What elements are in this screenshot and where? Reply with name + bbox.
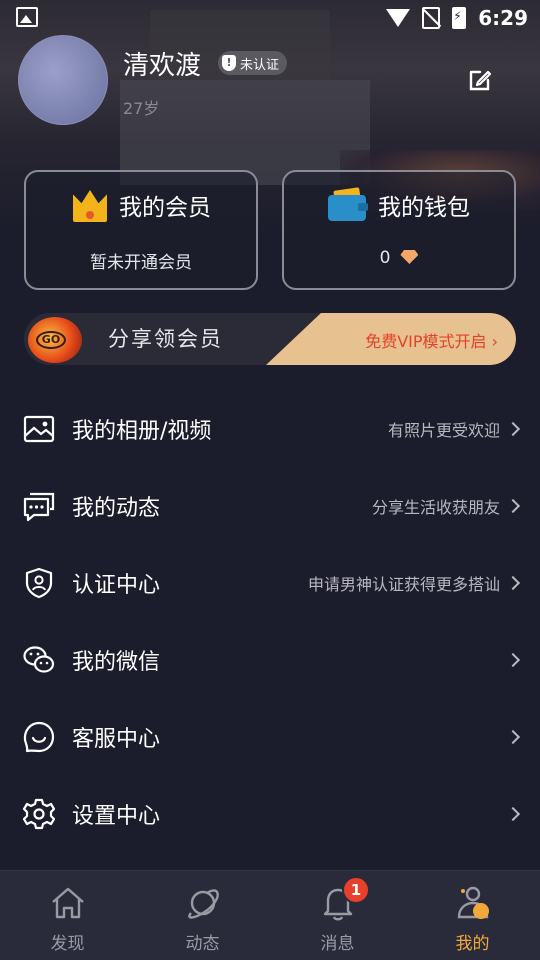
wechat-icon	[23, 645, 55, 673]
shield-user-icon	[25, 567, 53, 598]
wallet-card-title: 我的钱包	[378, 195, 470, 221]
chevron-right-icon	[505, 652, 521, 667]
smile-bubble-icon	[23, 721, 55, 752]
no-sim-icon	[422, 7, 441, 29]
photo-icon	[23, 415, 55, 442]
crown-icon	[71, 188, 109, 222]
diamond-icon	[400, 250, 419, 264]
menu-hint: 有照片更受欢迎	[387, 420, 500, 440]
tab-moments[interactable]: 动态	[135, 871, 270, 960]
image-notification-icon	[16, 7, 38, 27]
tab-label: 发现	[50, 934, 85, 954]
planet-icon	[187, 889, 219, 919]
status-bar: 6:29	[0, 0, 540, 36]
menu-item-settings[interactable]: 设置中心	[0, 775, 540, 852]
menu-label: 我的微信	[72, 649, 161, 675]
menu-hint: 分享生活收获朋友	[371, 497, 500, 517]
wifi-icon	[386, 9, 411, 27]
shield-alert-icon: !	[222, 55, 236, 71]
menu-item-verification[interactable]: 认证中心 申请男神认证获得更多搭讪	[0, 544, 540, 621]
chevron-right-icon	[505, 421, 521, 436]
user-icon	[457, 886, 489, 919]
verify-status-badge[interactable]: ! 未认证	[218, 51, 288, 75]
chevron-right-icon	[505, 498, 521, 513]
vip-card-status: 暂未开通会员	[90, 253, 192, 273]
edit-profile-icon[interactable]	[466, 66, 494, 94]
wallet-icon	[328, 187, 368, 221]
username: 清欢渡	[123, 51, 202, 81]
menu-item-moments[interactable]: 我的动态 分享生活收获朋友	[0, 467, 540, 544]
vip-card[interactable]: 我的会员 暂未开通会员	[24, 170, 258, 290]
chevron-right-icon	[505, 806, 521, 821]
go-fire-badge-icon: GO	[28, 317, 82, 363]
battery-charging-icon	[452, 7, 467, 29]
chevron-right-icon	[505, 575, 521, 590]
avatar[interactable]	[18, 35, 108, 125]
menu-label: 客服中心	[72, 726, 161, 752]
chevron-right-icon	[505, 729, 521, 744]
menu-label: 我的动态	[72, 495, 161, 521]
menu-label: 我的相册/视频	[72, 418, 212, 444]
menu-label: 设置中心	[72, 803, 161, 829]
message-count-badge: 1	[342, 876, 370, 904]
tab-discover[interactable]: 发现	[0, 871, 135, 960]
menu-item-customer-service[interactable]: 客服中心	[0, 698, 540, 775]
vip-card-title: 我的会员	[119, 195, 211, 221]
bottom-tab-bar: 发现 动态 消息 我的	[0, 870, 540, 960]
banner-title: 分享领会员	[108, 327, 223, 351]
verify-status-label: 未认证	[240, 57, 280, 73]
share-vip-banner[interactable]: GO 分享领会员 免费VIP模式开启 ›	[24, 313, 516, 365]
tab-label: 我的	[455, 934, 490, 954]
banner-cta-label: 免费VIP模式开启	[365, 332, 487, 351]
go-badge-text: GO	[36, 331, 66, 349]
status-time: 6:29	[478, 6, 528, 30]
wallet-balance-row: 0	[284, 248, 514, 268]
wallet-card[interactable]: 我的钱包 0	[282, 170, 516, 290]
tab-mine[interactable]: 我的	[405, 871, 540, 960]
tab-label: 消息	[320, 934, 355, 954]
menu-item-wechat[interactable]: 我的微信	[0, 621, 540, 698]
banner-cta[interactable]: 免费VIP模式开启 ›	[365, 328, 498, 352]
user-age: 27岁	[123, 99, 160, 118]
menu-label: 认证中心	[72, 572, 161, 598]
gear-icon	[22, 798, 56, 829]
tab-label: 动态	[185, 934, 220, 954]
chat-dots-icon	[23, 492, 55, 521]
wallet-balance: 0	[379, 248, 391, 268]
menu-item-album[interactable]: 我的相册/视频 有照片更受欢迎	[0, 390, 540, 467]
menu-hint: 申请男神认证获得更多搭讪	[307, 574, 500, 594]
tab-messages[interactable]: 消息	[270, 871, 405, 960]
house-icon	[51, 887, 84, 919]
